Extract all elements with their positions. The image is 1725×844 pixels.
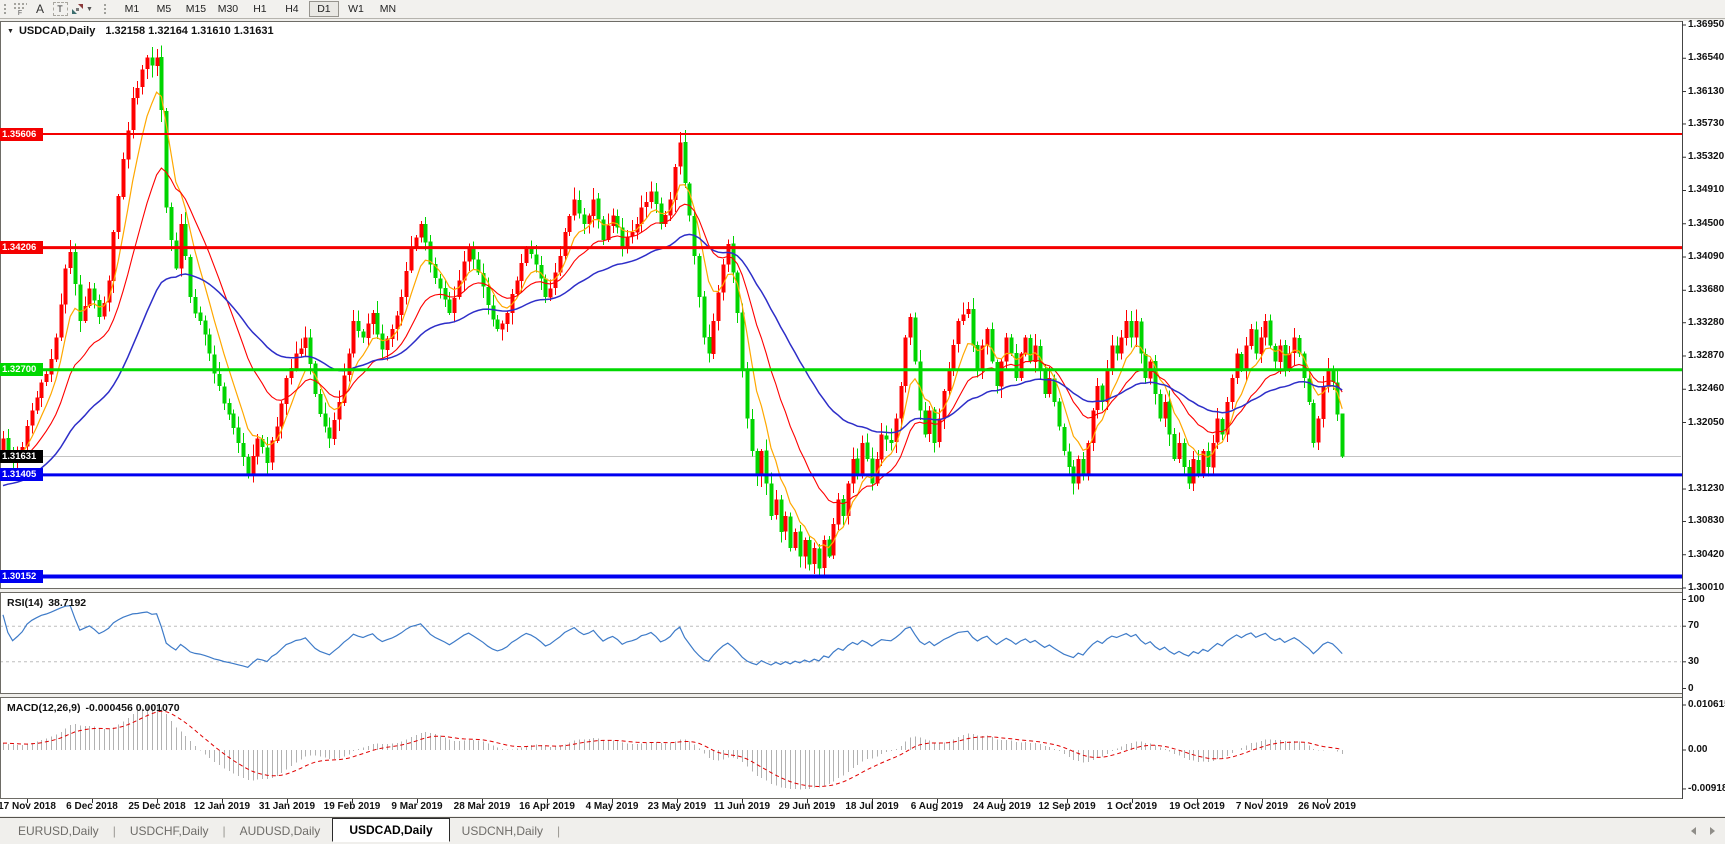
price-axis-label: 1.36130 xyxy=(1688,86,1724,97)
price-axis-label: 1.32870 xyxy=(1688,350,1724,361)
price-badge-1.30152: 1.30152 xyxy=(0,570,43,583)
price-axis-label: 1.34910 xyxy=(1688,184,1724,195)
date-axis-label: 28 Mar 2019 xyxy=(447,801,517,812)
price-badge-1.32700: 1.32700 xyxy=(0,363,43,376)
macd-axis-label: -0.009185 xyxy=(1688,783,1725,794)
chart-tab-bar: EURUSD,Daily | USDCHF,Daily | AUDUSD,Dai… xyxy=(0,817,1725,844)
tab-separator: | xyxy=(223,824,226,838)
chart-symbol-period: USDCAD,Daily xyxy=(19,25,95,37)
date-axis-label: 18 Jul 2019 xyxy=(837,801,907,812)
macd-values: -0.000456 0.001070 xyxy=(86,702,180,714)
price-axis-label: 1.31230 xyxy=(1688,483,1724,494)
chart-ohlc-quotes: 1.32158 1.32164 1.31610 1.31631 xyxy=(105,25,273,37)
rsi-axis-label: 0 xyxy=(1688,683,1694,694)
date-axis-label: 29 Jun 2019 xyxy=(772,801,842,812)
tab-usdcnh[interactable]: USDCNH,Daily xyxy=(450,821,555,841)
price-badge-1.35606: 1.35606 xyxy=(0,128,43,141)
price-axis-label: 1.32460 xyxy=(1688,383,1724,394)
date-axis-label: 16 Apr 2019 xyxy=(512,801,582,812)
price-axis-label: 1.34090 xyxy=(1688,251,1724,262)
rsi-axis-label: 100 xyxy=(1688,594,1705,605)
date-axis-label: 7 Nov 2019 xyxy=(1227,801,1297,812)
mt4-window: F A T ▼ M1M5M15M30H1H4D1W1MN ▼ USDCAD,Da… xyxy=(0,0,1725,844)
date-axis-label: 19 Oct 2019 xyxy=(1162,801,1232,812)
price-axis-label: 1.34500 xyxy=(1688,218,1724,229)
date-axis-label: 31 Jan 2019 xyxy=(252,801,322,812)
price-badge-1.34206: 1.34206 xyxy=(0,241,43,254)
date-axis-label: 25 Dec 2018 xyxy=(122,801,192,812)
chart-title: ▼ USDCAD,Daily 1.32158 1.32164 1.31610 1… xyxy=(7,25,274,37)
chevron-down-icon[interactable]: ▼ xyxy=(7,28,14,35)
tab-scroll-arrows xyxy=(1691,827,1715,835)
macd-axis-label: 0.010615 xyxy=(1688,699,1725,710)
rsi-value: 38.7192 xyxy=(48,597,86,609)
chart-canvas[interactable] xyxy=(0,0,1725,844)
date-axis-label: 24 Aug 2019 xyxy=(967,801,1037,812)
price-axis-label: 1.35730 xyxy=(1688,118,1724,129)
date-axis-label: 26 Nov 2019 xyxy=(1292,801,1362,812)
tab-separator: | xyxy=(113,824,116,838)
date-axis-label: 19 Feb 2019 xyxy=(317,801,387,812)
price-axis-label: 1.33680 xyxy=(1688,284,1724,295)
date-axis-label: 17 Nov 2018 xyxy=(0,801,62,812)
price-axis-label: 1.36540 xyxy=(1688,52,1724,63)
price-badge-1.31631: 1.31631 xyxy=(0,450,43,463)
date-axis-label: 12 Sep 2019 xyxy=(1032,801,1102,812)
macd-label: MACD(12,26,9) -0.000456 0.001070 xyxy=(7,702,185,714)
price-badge-1.31405: 1.31405 xyxy=(0,468,43,481)
tab-eurusd[interactable]: EURUSD,Daily xyxy=(6,821,111,841)
macd-axis-label: 0.00 xyxy=(1688,744,1707,755)
date-axis-label: 23 May 2019 xyxy=(642,801,712,812)
scroll-left-icon[interactable] xyxy=(1691,827,1696,835)
price-axis-label: 1.30420 xyxy=(1688,549,1724,560)
price-axis-label: 1.30010 xyxy=(1688,582,1724,593)
date-axis-label: 9 Mar 2019 xyxy=(382,801,452,812)
price-axis-label: 1.35320 xyxy=(1688,151,1724,162)
tab-audusd[interactable]: AUDUSD,Daily xyxy=(228,821,333,841)
tab-separator: | xyxy=(557,824,560,838)
tab-usdcad-active[interactable]: USDCAD,Daily xyxy=(332,818,449,842)
rsi-axis-label: 70 xyxy=(1688,620,1699,631)
date-axis-label: 11 Jun 2019 xyxy=(707,801,777,812)
macd-name: MACD(12,26,9) xyxy=(7,702,81,714)
date-axis-label: 1 Oct 2019 xyxy=(1097,801,1167,812)
rsi-axis-label: 30 xyxy=(1688,656,1699,667)
date-axis-label: 6 Aug 2019 xyxy=(902,801,972,812)
price-axis-label: 1.36950 xyxy=(1688,19,1724,30)
rsi-label: RSI(14) 38.7192 xyxy=(7,597,91,609)
date-axis-label: 12 Jan 2019 xyxy=(187,801,257,812)
date-axis-label: 4 May 2019 xyxy=(577,801,647,812)
price-axis-label: 1.30830 xyxy=(1688,515,1724,526)
date-axis-label: 6 Dec 2018 xyxy=(57,801,127,812)
rsi-name: RSI(14) xyxy=(7,597,43,609)
scroll-right-icon[interactable] xyxy=(1710,827,1715,835)
price-axis-label: 1.33280 xyxy=(1688,317,1724,328)
price-axis-label: 1.32050 xyxy=(1688,417,1724,428)
tab-usdchf[interactable]: USDCHF,Daily xyxy=(118,821,221,841)
